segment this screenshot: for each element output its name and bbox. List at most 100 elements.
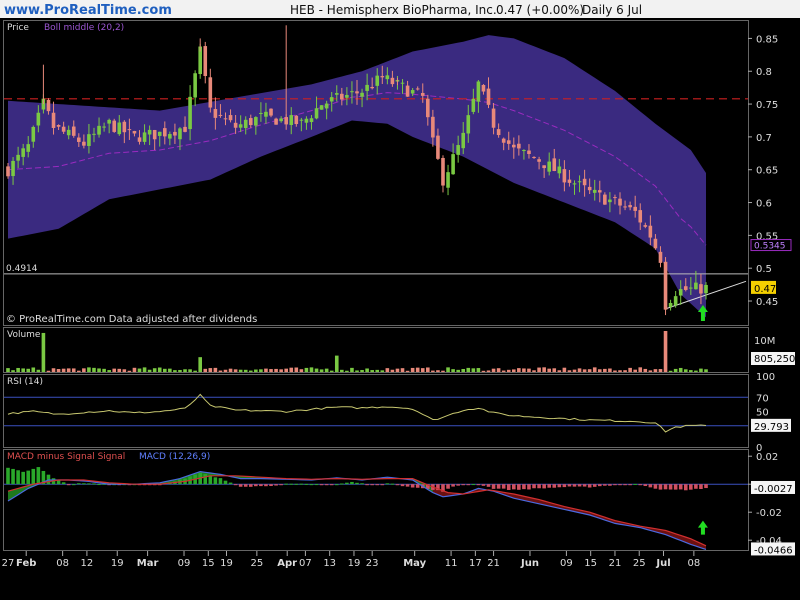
candle-body [486,88,491,105]
macd-histogram-bar [410,484,415,488]
date-tick-label: 21 [609,558,622,569]
macd-histogram-bar [587,484,592,488]
date-tick-label: Jul [655,558,670,569]
volume-bar [689,370,693,372]
rsi-tick-label: 50 [756,408,769,419]
macd-histogram-bar [603,484,607,486]
macd-histogram-bar [31,468,36,485]
volume-bar [486,370,491,372]
macd-histogram-bar [618,484,622,486]
candle-body [46,99,51,112]
macd-histogram-bar [537,484,541,489]
volume-bar [345,370,349,372]
volume-bar [142,367,147,372]
volume-bar [87,367,91,372]
volume-bar [56,369,61,372]
candle-body [152,129,157,140]
candle-body [527,150,531,155]
candle-body [329,97,334,102]
volume-bar [618,370,622,372]
candle-body [370,86,374,89]
candle-body [213,109,218,118]
candle-body [6,166,10,177]
candle-body [663,261,668,310]
date-tick-label: May [403,558,426,569]
site-link[interactable]: www.ProRealTime.com [4,3,172,18]
date-tick-label: 09 [178,558,191,569]
volume-bar [491,368,496,372]
macd-histogram-bar [562,484,567,488]
macd-signal-arrow [697,520,708,535]
macd-histogram-bar [254,484,258,487]
volume-bar [117,368,122,372]
macd-histogram-bar [461,484,466,486]
volume-bar [375,369,380,372]
macd-histogram-bar [476,484,481,486]
candle-body [188,96,192,130]
candle-body [223,118,228,120]
macd-histogram-bar [345,482,349,485]
candle-body [289,115,294,125]
candle-body [441,157,445,186]
volume-bar [552,368,557,372]
macd-histogram-bar [36,467,41,485]
macd-histogram-bar [82,483,86,485]
macd-histogram-bar [279,484,283,486]
price-tick-label: 0.75 [756,100,778,111]
macd-histogram-bar [238,484,243,487]
candle-body [405,85,410,97]
candle-body [340,93,344,100]
macd-histogram-bar [633,483,637,485]
macd-value-text: -0.0466 [754,545,793,556]
rsi-label: RSI (14) [7,377,43,387]
date-tick-label: 11 [445,558,458,569]
candle-body [673,296,678,306]
volume-bar [471,368,476,372]
macd-histogram-bar [608,484,612,486]
macd-histogram-bar [370,484,374,486]
candle-body [658,251,663,263]
macd-histogram-bar [542,484,546,489]
candle-body [365,84,369,91]
macd-histogram-bar [97,484,101,486]
macd-histogram-bar [92,483,96,485]
volume-bar [66,368,71,372]
candle-body [71,126,76,136]
price-panel: 0.850.80.750.70.650.60.550.50.45 Price B… [4,23,792,325]
macd-histogram-bar [405,484,410,487]
volume-bar [577,368,582,372]
volume-bar [420,368,425,372]
volume-bar [466,367,471,372]
macd-histogram-bar [329,484,334,486]
volume-bar [259,369,263,372]
volume-bar [476,368,481,372]
date-tick-label: 07 [299,558,312,569]
candle-body [334,93,339,95]
volume-bar [31,367,36,372]
candle-body [517,143,521,149]
volume-bar [243,369,248,372]
volume-bar [11,370,15,372]
volume-bar [92,367,96,372]
candle-body [228,115,233,121]
date-tick-label: 15 [202,558,215,569]
macd-red-area [432,487,706,550]
candle-body [689,287,693,289]
volume-bar [592,367,597,372]
macd-histogram-bar [527,484,531,490]
macd-histogram-bar [506,484,511,490]
period-label: Daily 6 Jul [582,3,642,17]
macd-histogram-bar [471,484,476,486]
candle-body [157,131,162,136]
macd-histogram-bar [643,484,648,487]
candle-body [324,103,329,109]
macd-histogram-bar [340,483,344,485]
candle-body [461,132,466,149]
volume-bar [628,367,632,372]
volume-bar [668,370,673,372]
candle-body [577,181,582,183]
volume-bar [511,369,516,372]
macd-histogram-bar [689,484,693,490]
volume-bar [16,367,20,372]
volume-bar [653,369,658,372]
